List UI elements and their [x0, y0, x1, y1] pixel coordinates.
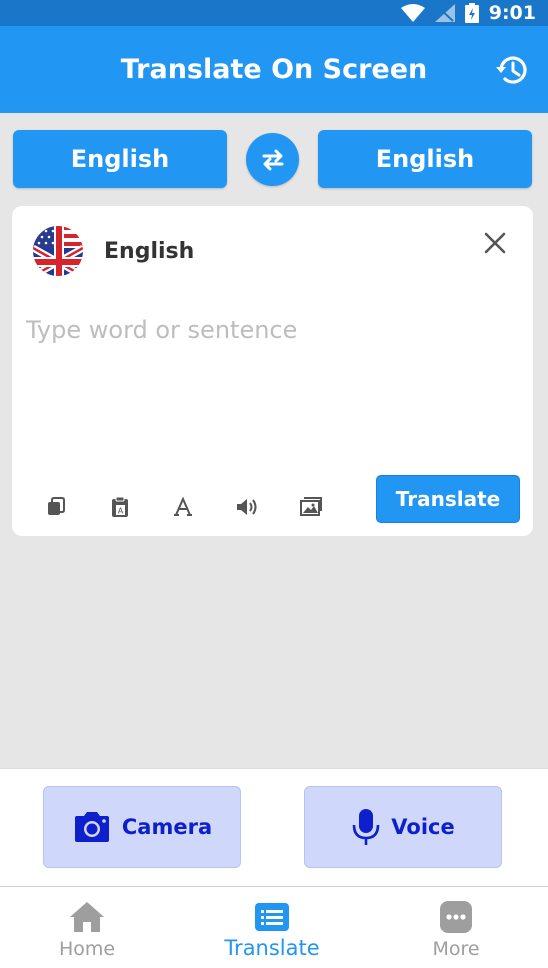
battery-icon: [464, 3, 479, 23]
copy-icon: [48, 497, 65, 515]
translate-list-icon: [254, 899, 290, 935]
cellular-icon: [434, 4, 455, 22]
font-icon: [174, 496, 192, 516]
camera-label: Camera: [121, 815, 213, 839]
camera-button[interactable]: Camera: [43, 786, 241, 868]
flag-icon: [33, 226, 83, 276]
font-button[interactable]: [170, 494, 196, 520]
speak-button[interactable]: [234, 494, 260, 520]
voice-button[interactable]: Voice: [304, 786, 502, 868]
svg-text:A: A: [118, 507, 124, 516]
nav-home[interactable]: Home: [17, 887, 157, 968]
swap-languages-button[interactable]: [246, 133, 299, 186]
voice-label: Voice: [391, 815, 455, 839]
nav-home-label: Home: [58, 938, 116, 960]
clipboard-icon: A: [112, 496, 128, 517]
history-button[interactable]: [494, 52, 530, 88]
swap-icon: [262, 149, 283, 170]
copy-button[interactable]: [43, 494, 69, 520]
nav-more[interactable]: More: [386, 887, 526, 968]
source-language-button[interactable]: English: [13, 130, 227, 188]
speaker-icon: [237, 499, 257, 515]
text-input[interactable]: [26, 310, 516, 350]
more-icon: [439, 899, 473, 935]
translate-button[interactable]: Translate: [376, 475, 520, 523]
nav-more-label: More: [432, 938, 480, 960]
microphone-icon: [352, 809, 380, 845]
status-icons: 9:01: [400, 0, 536, 26]
camera-icon: [74, 812, 109, 842]
status-time: 9:01: [488, 2, 536, 24]
clear-button[interactable]: [482, 230, 508, 256]
app-bar: Translate On Screen: [0, 26, 548, 113]
home-icon: [68, 899, 106, 935]
action-area: Camera Voice: [0, 768, 548, 886]
image-button[interactable]: [298, 494, 324, 520]
wifi-icon: [400, 4, 425, 22]
image-icon: [300, 497, 322, 516]
bottom-nav: Home Translate More: [0, 886, 548, 968]
nav-translate[interactable]: Translate: [202, 887, 342, 968]
status-bar: 9:01: [0, 0, 548, 26]
nav-translate-label: Translate: [224, 936, 320, 960]
history-icon: [496, 56, 527, 84]
paste-button[interactable]: A: [107, 494, 133, 520]
input-card: English A: [12, 206, 533, 536]
close-icon: [484, 232, 506, 254]
target-language-button[interactable]: English: [318, 130, 532, 188]
card-language-label: English: [104, 239, 195, 264]
app-title: Translate On Screen: [120, 54, 428, 85]
